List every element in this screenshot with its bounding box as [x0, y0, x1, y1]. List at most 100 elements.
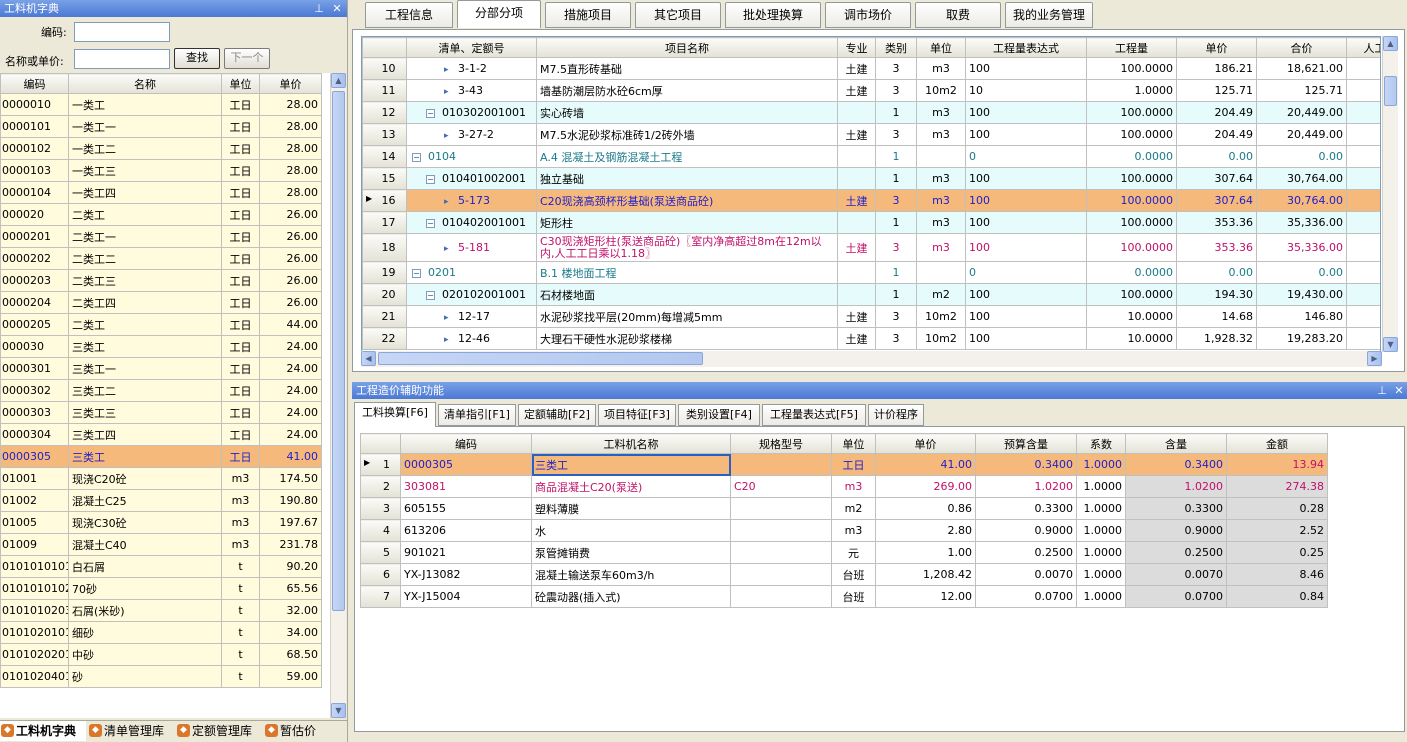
grid-cell-expression[interactable]: 100 [965, 189, 1087, 212]
grid-cell-specialty[interactable] [837, 211, 876, 234]
aux-cell-code[interactable]: 901021 [400, 541, 532, 564]
material-row[interactable]: 0101010203 石屑(米砂) t 32.00 [0, 599, 322, 622]
aux-cell-unit[interactable]: m2 [831, 497, 876, 520]
grid-cell-name[interactable]: 大理石干硬性水泥砂浆楼梯 [536, 327, 838, 350]
aux-cell-price[interactable]: 269.00 [875, 475, 976, 498]
grid-cell-category[interactable]: 1 [875, 145, 917, 168]
grid-cell-total[interactable]: 125.71 [1256, 79, 1347, 102]
grid-cell-total[interactable]: 30,764.00 [1256, 189, 1347, 212]
col-header-name[interactable]: 名称 [68, 73, 222, 94]
aux-cell-coefficient[interactable]: 1.0000 [1076, 497, 1126, 520]
pin-icon[interactable]: ⊥ [312, 0, 326, 17]
grid-cell-unit-price[interactable]: 14.68 [1176, 305, 1257, 328]
aux-cell-unit[interactable]: m3 [831, 519, 876, 542]
material-row[interactable]: 0000201 二类工一 工日 26.00 [0, 225, 322, 248]
grid-cell-specialty[interactable] [837, 101, 876, 124]
grid-row-number[interactable]: 19 [362, 261, 407, 284]
grid-cell-specialty[interactable] [837, 261, 876, 284]
grid-row-number[interactable]: 14 [362, 145, 407, 168]
left-vertical-scrollbar[interactable]: ▲ ▼ [330, 73, 346, 718]
aux-cell-name[interactable]: 商品混凝土C20(泵送) [531, 475, 731, 498]
material-row[interactable]: 0101010101 白石屑 t 90.20 [0, 555, 322, 578]
grid-row[interactable]: 14−0104 A.4 混凝土及钢筋混凝土工程 1 0 0.0000 0.00 0.00 [362, 145, 1380, 168]
grid-cell-name[interactable]: A.4 混凝土及钢筋混凝土工程 [536, 145, 838, 168]
col-header-code[interactable]: 编码 [0, 73, 69, 94]
aux-cell-budget-content[interactable]: 1.0200 [975, 475, 1077, 498]
main-tab-3[interactable]: 其它项目 [635, 2, 721, 28]
next-button[interactable]: 下一个 [224, 48, 270, 69]
grid-cell-unit[interactable]: m3 [916, 57, 966, 80]
grid-row-number[interactable]: 21 [362, 305, 407, 328]
aux-cell-name[interactable]: 混凝土输送泵车60m3/h [531, 563, 731, 586]
aux-cell-name[interactable]: 砼震动器(插入式) [531, 585, 731, 608]
grid-cell-total[interactable]: 30,764.00 [1256, 167, 1347, 190]
grid-cell-specialty[interactable]: 土建 [837, 123, 876, 146]
aux-cell-amount[interactable]: 0.25 [1226, 541, 1328, 564]
aux-cell-price[interactable]: 1.00 [875, 541, 976, 564]
grid-cell-unit[interactable]: 10m2 [916, 79, 966, 102]
grid-cell-quantity[interactable]: 0.0000 [1086, 145, 1177, 168]
name-price-search-input[interactable] [74, 49, 170, 69]
grid-cell-total[interactable]: 20,449.00 [1256, 101, 1347, 124]
aux-cell-spec[interactable] [730, 519, 832, 542]
collapse-icon[interactable]: − [426, 174, 435, 184]
aux-row[interactable]: 7 YX-J15004 砼震动器(插入式) 台班 12.00 0.0700 1.0000 0.… [360, 585, 1328, 608]
grid-row[interactable]: 18 ▸ 5-181 C30现浇矩形柱(泵送商品砼)〖室内净高超过8m在12m以内,人… [362, 233, 1380, 262]
grid-cell-name[interactable]: 石材楼地面 [536, 283, 838, 306]
aux-cell-name[interactable]: 水 [531, 519, 731, 542]
material-row[interactable]: 0000101 一类工一 工日 28.00 [0, 115, 322, 138]
aux-close-icon[interactable]: ✕ [1392, 382, 1406, 399]
grid-cell-code[interactable]: ▸ 3-43 [406, 79, 537, 102]
aux-row[interactable]: 5 901021 泵管摊销费元 1.00 0.2500 1.0000 0.2500 0.25 [360, 541, 1328, 564]
grid-cell-category[interactable]: 3 [875, 305, 917, 328]
aux-cell-spec[interactable] [730, 453, 832, 476]
material-row[interactable]: 0000204 二类工四 工日 26.00 [0, 291, 322, 314]
grid-cell-category[interactable]: 3 [875, 123, 917, 146]
material-row[interactable]: 0000203 二类工三 工日 26.00 [0, 269, 322, 292]
grid-col-expression[interactable]: 工程量表达式 [965, 37, 1087, 58]
grid-cell-unit[interactable]: m3 [916, 233, 966, 262]
material-row[interactable]: 01001 现浇C20砼 m3 174.50 [0, 467, 322, 490]
grid-row-number[interactable]: 17 [362, 211, 407, 234]
aux-cell-coefficient[interactable]: 1.0000 [1076, 541, 1126, 564]
material-row[interactable]: 0101020401 砂 t 59.00 [0, 665, 322, 688]
aux-cell-spec[interactable]: C20 [730, 475, 832, 498]
grid-row-number[interactable]: 11 [362, 79, 407, 102]
grid-scroll-up-icon[interactable]: ▲ [1383, 36, 1398, 51]
grid-cell-unit[interactable]: m3 [916, 211, 966, 234]
aux-col-content[interactable]: 含量 [1125, 433, 1227, 454]
grid-cell-unit-price[interactable]: 307.64 [1176, 189, 1257, 212]
search-button[interactable]: 查找 [174, 48, 220, 69]
aux-cell-budget-content[interactable]: 0.3300 [975, 497, 1077, 520]
grid-cell-expression[interactable]: 100 [965, 283, 1087, 306]
grid-cell-total[interactable]: 0.00 [1256, 261, 1347, 284]
aux-cell-spec[interactable] [730, 497, 832, 520]
collapse-icon[interactable]: − [412, 152, 421, 162]
grid-cell-unit[interactable]: 10m2 [916, 327, 966, 350]
grid-cell-labor[interactable] [1346, 79, 1380, 102]
aux-cell-content[interactable]: 0.3300 [1125, 497, 1227, 520]
grid-cell-name[interactable]: C30现浇矩形柱(泵送商品砼)〖室内净高超过8m在12m以内,人工工日乘以1.1… [536, 233, 838, 262]
aux-cell-amount[interactable]: 0.28 [1226, 497, 1328, 520]
aux-row-number[interactable]: 5 [360, 541, 401, 564]
material-row[interactable]: 0000103 一类工三 工日 28.00 [0, 159, 322, 182]
grid-cell-labor[interactable] [1346, 101, 1380, 124]
aux-cell-price[interactable]: 0.86 [875, 497, 976, 520]
grid-cell-quantity[interactable]: 100.0000 [1086, 123, 1177, 146]
material-row[interactable]: 01002 混凝土C25 m3 190.80 [0, 489, 322, 512]
grid-col-total[interactable]: 合价 [1256, 37, 1347, 58]
aux-cell-unit[interactable]: 台班 [831, 585, 876, 608]
aux-cell-budget-content[interactable]: 0.0700 [975, 585, 1077, 608]
grid-col-labor[interactable]: 人工 [1346, 37, 1380, 58]
main-tab-5[interactable]: 调市场价 [825, 2, 911, 28]
aux-col-unit[interactable]: 单位 [831, 433, 876, 454]
grid-cell-specialty[interactable]: 土建 [837, 57, 876, 80]
collapse-icon[interactable]: − [426, 290, 435, 300]
grid-row[interactable]: 22 ▸ 12-46 大理石干硬性水泥砂浆楼梯 土建 3 10m2 100 10.0000 1,9… [362, 327, 1380, 350]
aux-cell-unit[interactable]: 台班 [831, 563, 876, 586]
grid-cell-total[interactable]: 20,449.00 [1256, 123, 1347, 146]
grid-vertical-scrollbar[interactable]: ▲ ▼ [1382, 36, 1398, 352]
grid-cell-specialty[interactable] [837, 283, 876, 306]
aux-row-number[interactable]: 6 [360, 563, 401, 586]
grid-cell-category[interactable]: 3 [875, 189, 917, 212]
